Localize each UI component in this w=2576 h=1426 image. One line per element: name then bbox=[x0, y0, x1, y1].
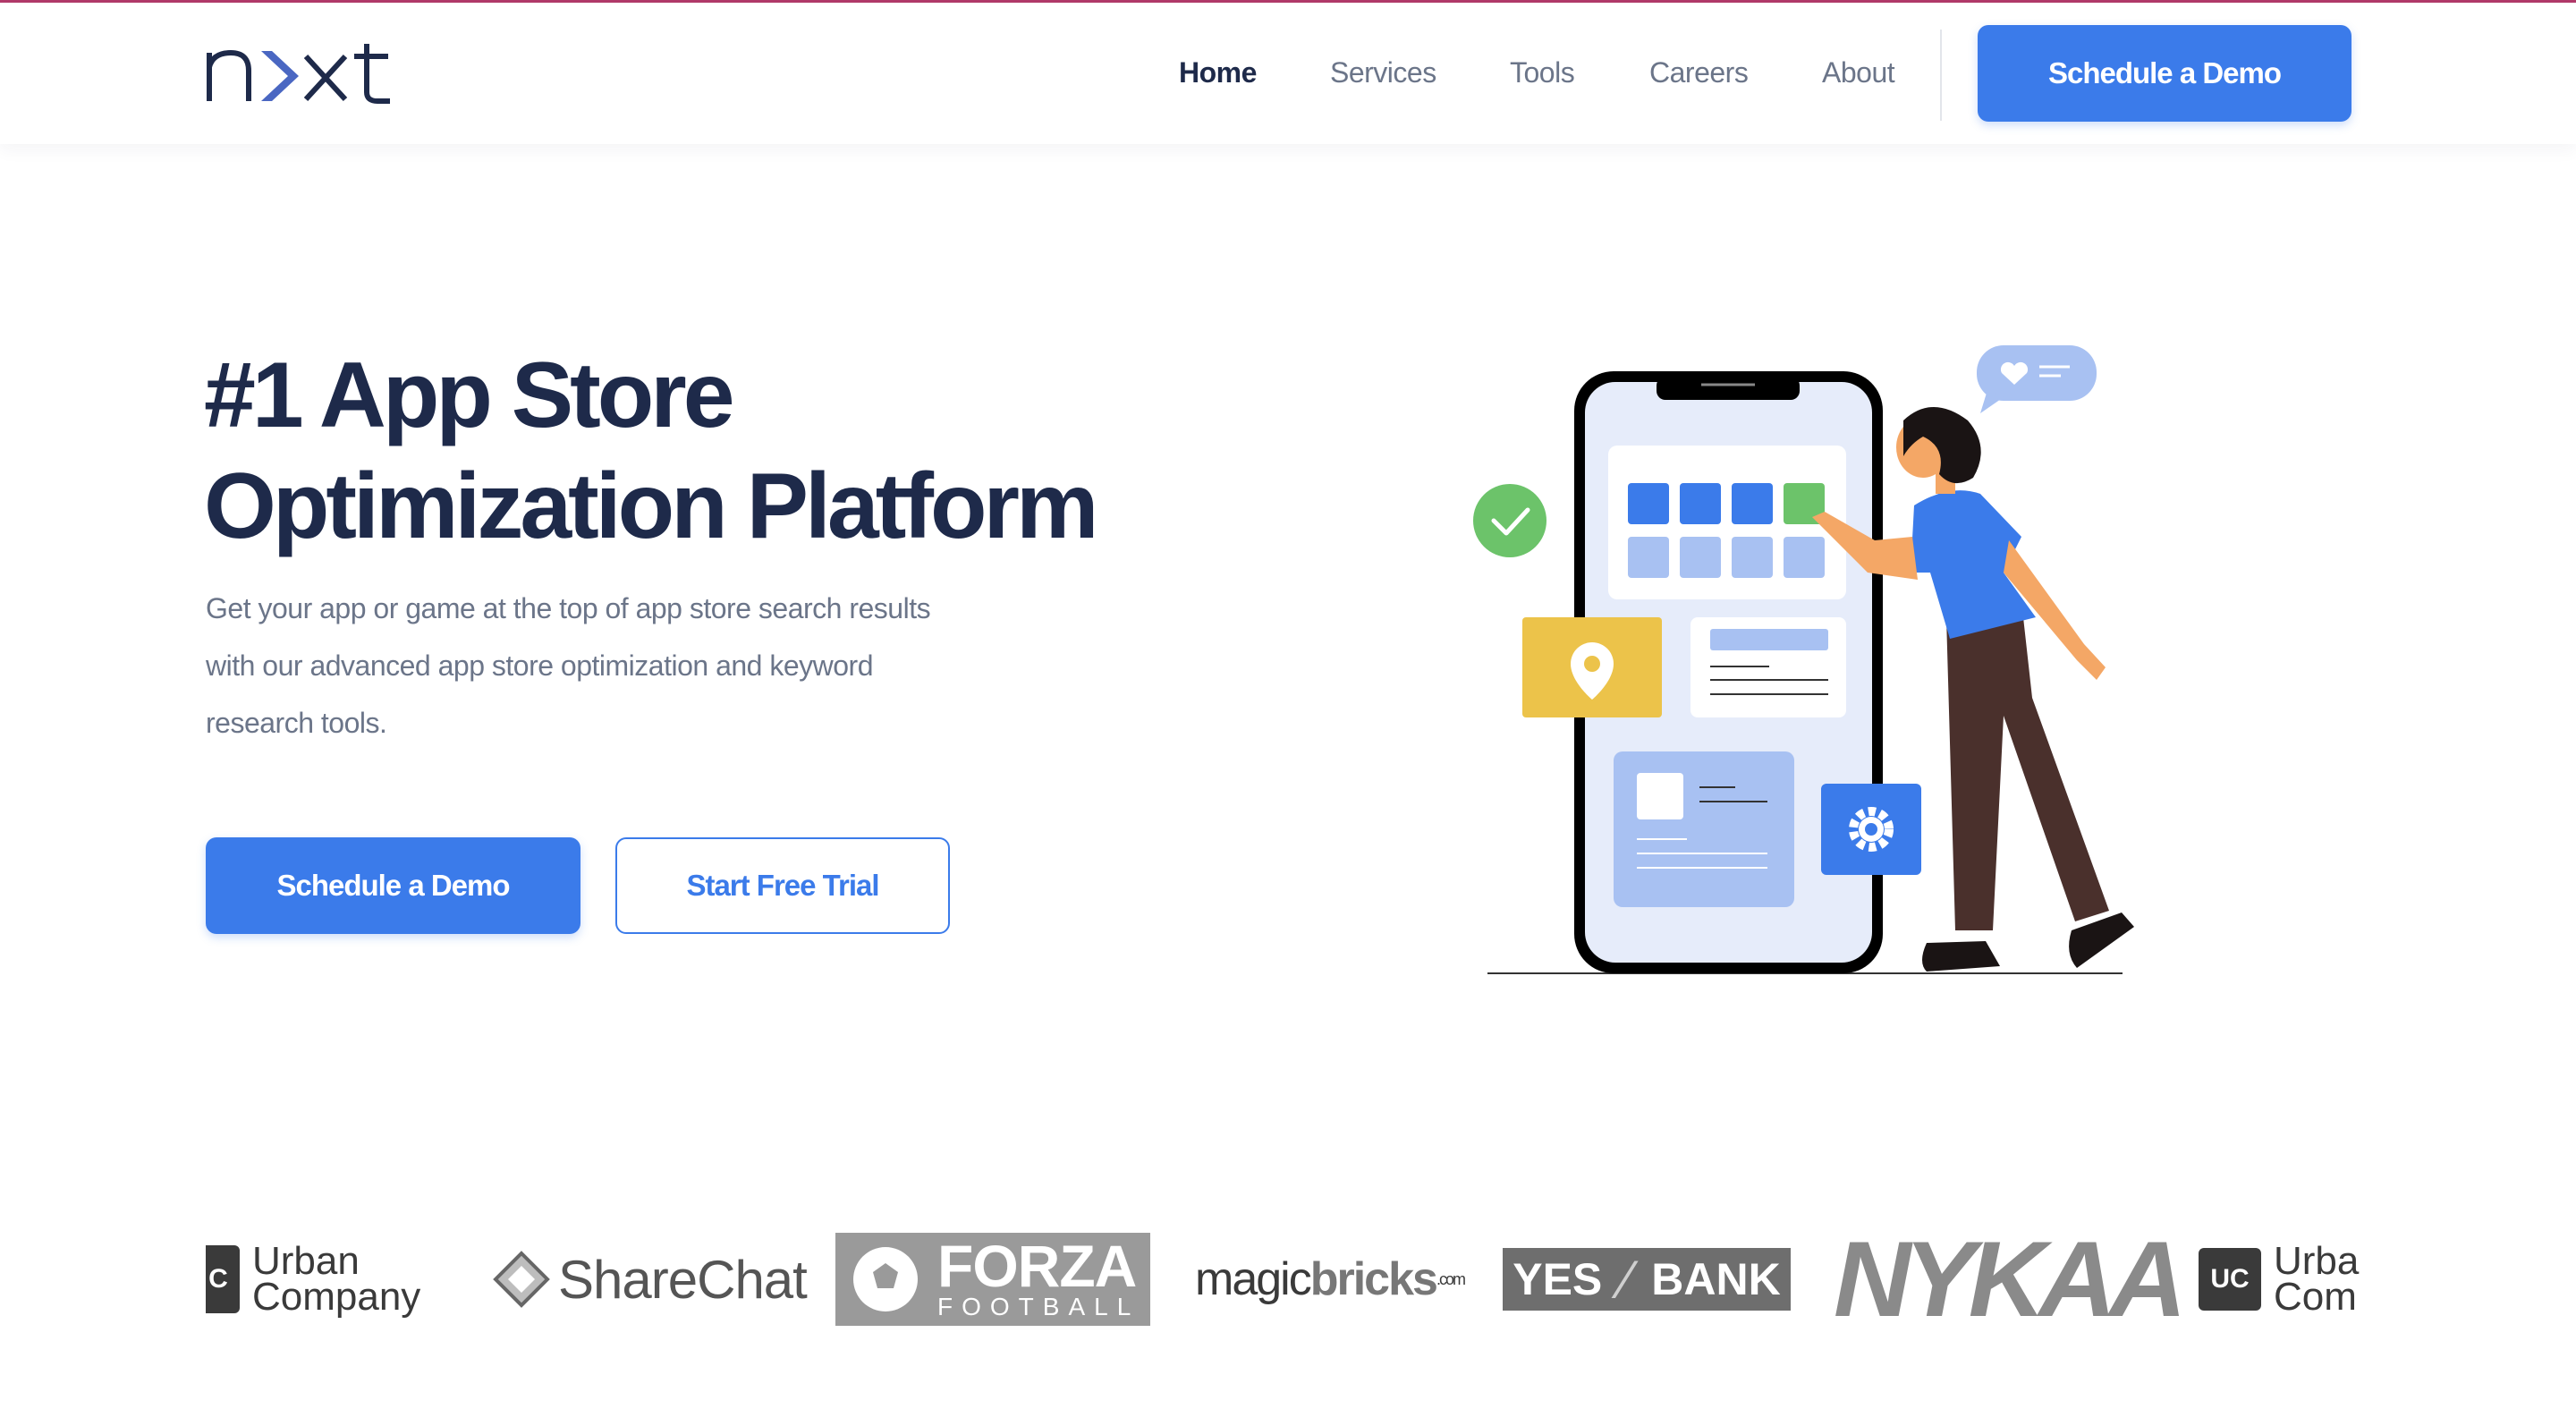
yes-bank-part1: YES bbox=[1513, 1254, 1603, 1304]
urban-company-2-line1: Urba bbox=[2274, 1239, 2360, 1283]
urban-company-line1: Urban bbox=[252, 1239, 360, 1283]
urban-company-line2: Company bbox=[252, 1275, 421, 1319]
nav-about[interactable]: About bbox=[1822, 56, 1895, 89]
logo-sharechat: ShareChat bbox=[492, 1217, 808, 1342]
football-icon bbox=[853, 1247, 918, 1311]
logo-forza-football: FORZA FOOTBALL bbox=[835, 1217, 1150, 1342]
nav-home[interactable]: Home bbox=[1179, 56, 1257, 89]
nav-careers[interactable]: Careers bbox=[1649, 56, 1749, 89]
hero-subtitle: Get your app or game at the top of app s… bbox=[206, 592, 931, 739]
forza-line2: FOOTBALL bbox=[937, 1293, 1140, 1320]
nav-divider bbox=[1940, 30, 1942, 121]
forza-line1: FORZA bbox=[937, 1233, 1137, 1299]
hero-title-line2: Optimization Platform bbox=[204, 454, 1098, 558]
urban-company-2-mark: UC bbox=[2199, 1248, 2261, 1311]
logo-urban-company-2: UC Urba Com bbox=[2199, 1217, 2359, 1342]
magicbricks-suffix: .com bbox=[1436, 1269, 1466, 1288]
urban-company-2-line2: Com bbox=[2274, 1275, 2357, 1319]
hero-title: #1 App Store Optimization Platform bbox=[204, 340, 1277, 562]
hero-title-line1: #1 App Store bbox=[204, 344, 735, 447]
client-logos-strip: C Urban Company ShareChat FORZA FOOTBALL… bbox=[206, 1217, 2370, 1342]
start-free-trial-button[interactable]: Start Free Trial bbox=[615, 837, 950, 934]
nav-services[interactable]: Services bbox=[1330, 56, 1436, 89]
magicbricks-part2: bricks bbox=[1309, 1253, 1438, 1305]
header-schedule-demo-button[interactable]: Schedule a Demo bbox=[1978, 25, 2351, 122]
sharechat-wordmark: ShareChat bbox=[558, 1249, 808, 1310]
urban-company-mark: C bbox=[206, 1245, 240, 1313]
sharechat-mark-icon bbox=[493, 1251, 550, 1308]
yes-bank-part2: BANK bbox=[1651, 1254, 1781, 1304]
nav-tools[interactable]: Tools bbox=[1510, 56, 1575, 89]
logo-urban-company: C Urban Company bbox=[206, 1217, 420, 1342]
logo-nykaa: NYKAA bbox=[1834, 1219, 2187, 1339]
site-header: Home Services Tools Careers About Schedu… bbox=[0, 3, 2576, 144]
logo-yes-bank: YES ⁄ BANK bbox=[1503, 1217, 1791, 1342]
logo-magicbricks: magic bricks .com bbox=[1195, 1217, 1466, 1342]
magicbricks-part1: magic bbox=[1195, 1253, 1312, 1305]
hero-schedule-demo-button[interactable]: Schedule a Demo bbox=[206, 837, 580, 934]
hero-illustration bbox=[1467, 331, 2147, 975]
yes-bank-tick-icon: ⁄ bbox=[1622, 1249, 1631, 1310]
